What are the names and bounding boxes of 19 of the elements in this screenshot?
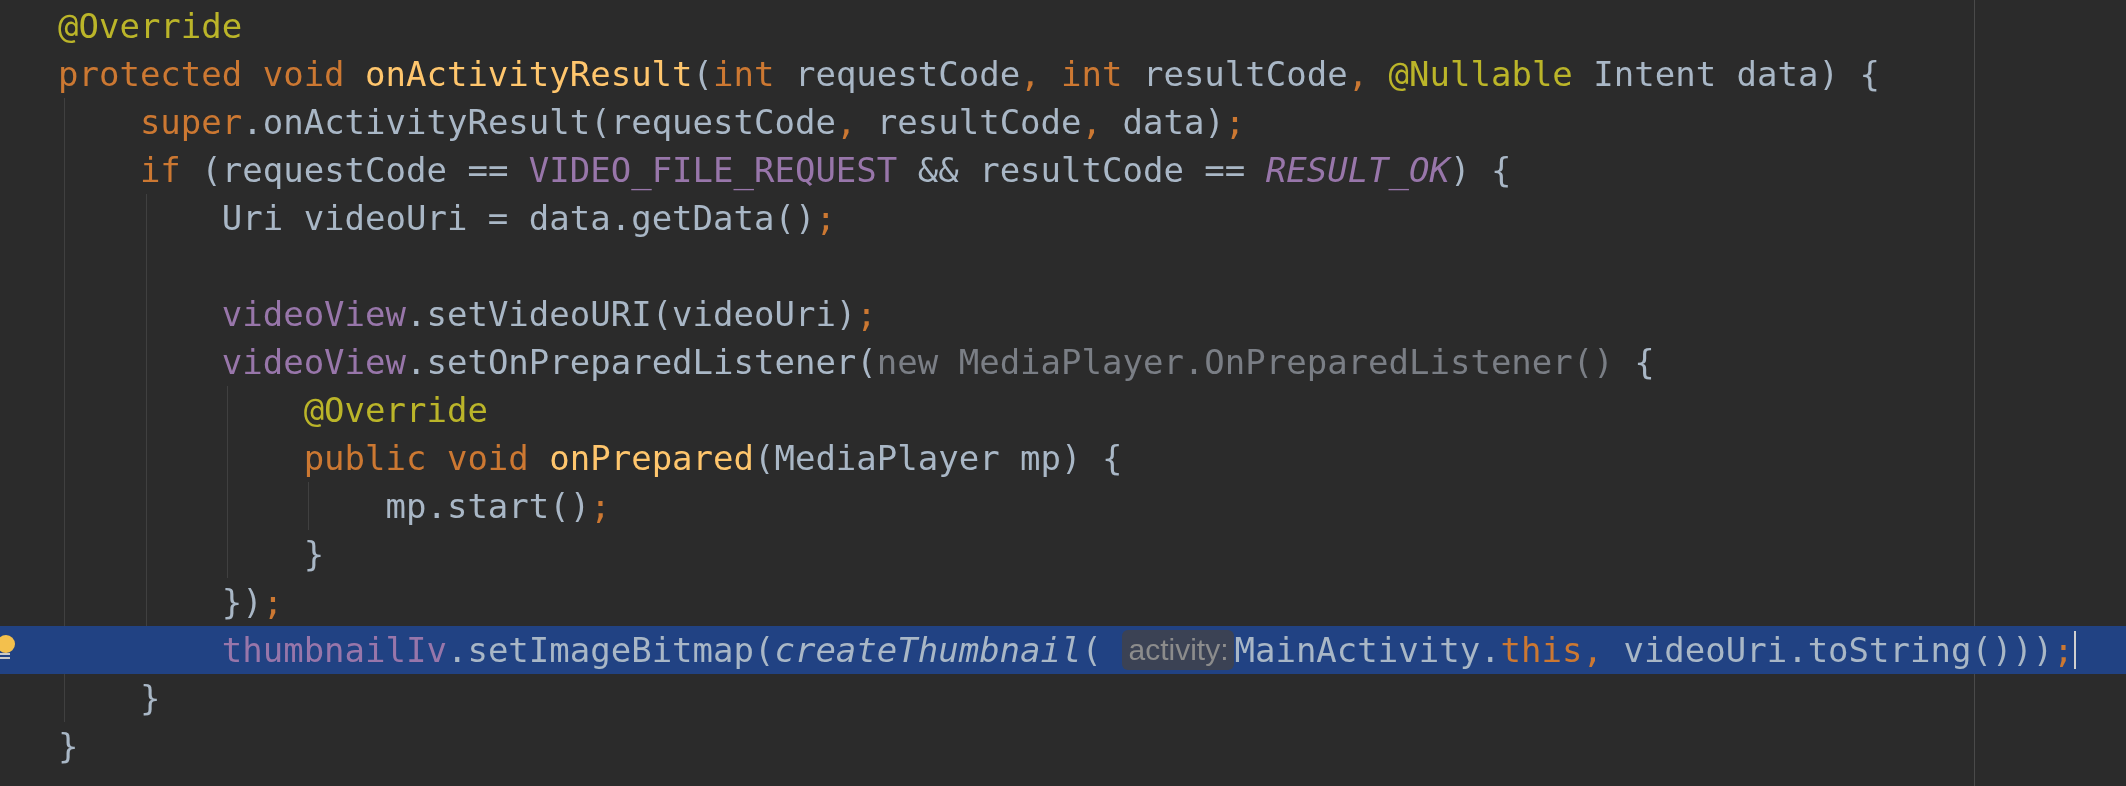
code-text: protected void onActivityResult(int requestCode, int resultCode, @Nullable Intent data) { xyxy=(58,52,1880,96)
code-editor[interactable] xyxy=(0,0,2126,786)
code-text: MainActivity.this, videoUri.toString())); xyxy=(1234,628,2074,672)
code-text: } xyxy=(303,532,325,576)
code-text: public void onPrepared(MediaPlayer mp) { xyxy=(303,436,1123,480)
code-text: thumbnailIv.setImageBitmap(createThumbnail( xyxy=(221,628,1103,672)
code-text: if (requestCode == VIDEO_FILE_REQUEST && resultCode == RESULT_OK) { xyxy=(139,148,1512,193)
code-text: } xyxy=(58,724,79,768)
code-text: mp.start(); xyxy=(385,484,611,528)
code-text: @Override xyxy=(303,388,488,432)
parameter-hint: activity: xyxy=(1122,630,1235,670)
code-text: super.onActivityResult(requestCode, resultCode, data); xyxy=(139,100,1246,144)
text-cursor xyxy=(2073,631,2076,669)
code-text: videoView.setVideoURI(videoUri); xyxy=(221,292,877,336)
code-text: }); xyxy=(221,580,284,624)
code-text: videoView.setOnPreparedListener(new MediaPlayer.OnPreparedListener() { xyxy=(221,340,1655,384)
code-text: Uri videoUri = data.getData(); xyxy=(221,196,836,240)
code-text: } xyxy=(139,676,161,720)
code-text: @Override xyxy=(58,4,243,48)
